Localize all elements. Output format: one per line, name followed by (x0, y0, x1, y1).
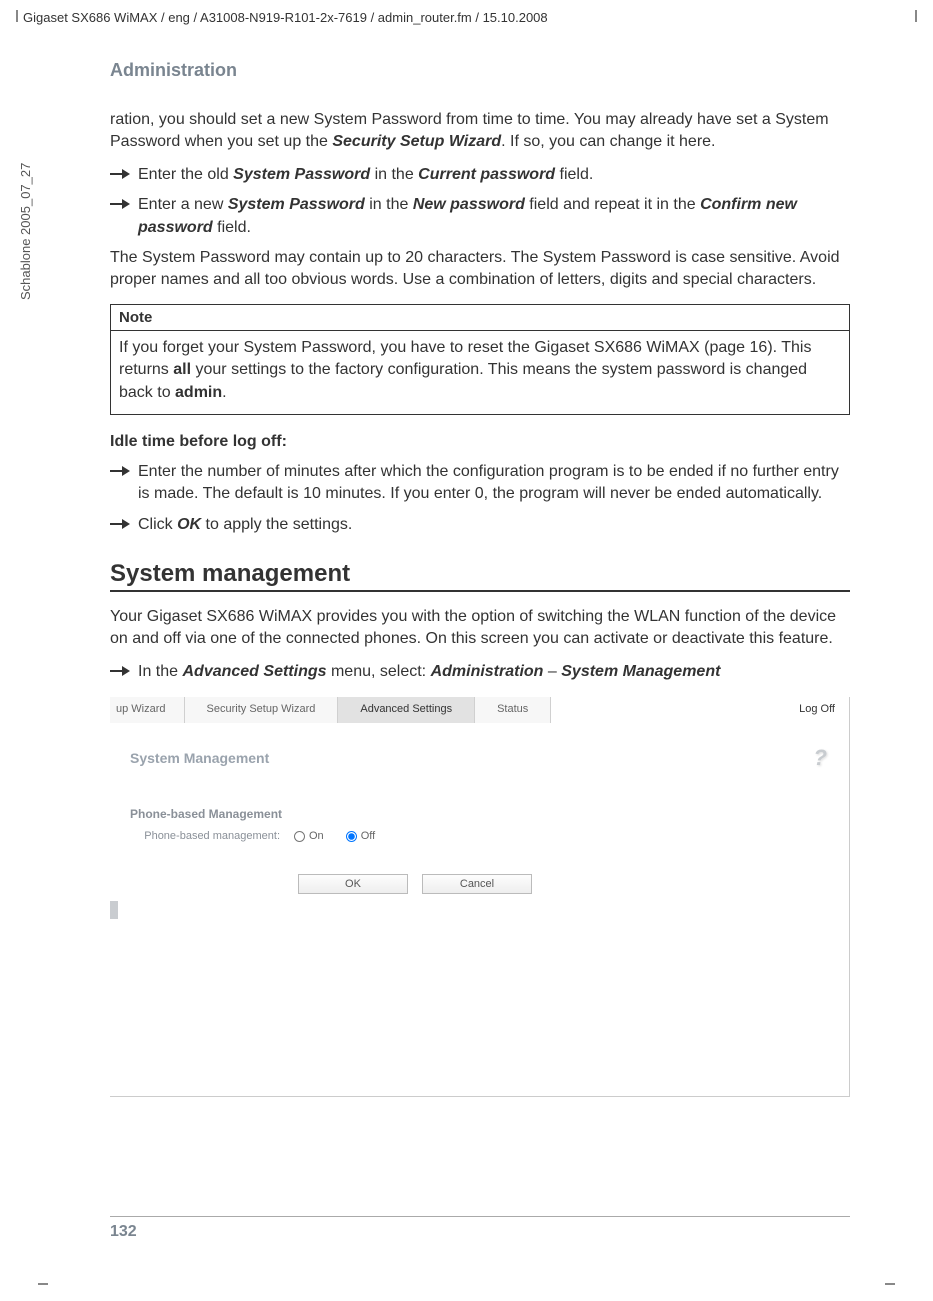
bullet-item: Enter the number of minutes after which … (110, 461, 850, 506)
field-label: Phone-based management: (130, 829, 294, 843)
radio-off-input[interactable] (346, 831, 357, 842)
group-label: Phone-based Management (130, 807, 829, 821)
text: field. (555, 166, 593, 183)
tab-bar: up Wizard Security Setup Wizard Advanced… (110, 697, 849, 723)
radio-group: On Off (294, 830, 375, 842)
tab-security-setup-wizard[interactable]: Security Setup Wizard (185, 697, 339, 723)
subheading: Idle time before log off: (110, 433, 850, 451)
paragraph: Your Gigaset SX686 WiMAX provides you wi… (110, 606, 850, 651)
arrow-right-icon (110, 198, 138, 210)
note-body: If you forget your System Password, you … (111, 331, 849, 414)
bullet-item: Enter a new System Password in the New p… (110, 194, 850, 239)
text: In the (138, 663, 182, 680)
template-name-vertical: Schablone 2005_07_27 (18, 163, 33, 300)
horizontal-rule (110, 590, 850, 592)
text: field and repeat it in the (525, 196, 700, 213)
paragraph: The System Password may contain up to 20… (110, 247, 850, 292)
text: in the (365, 196, 413, 213)
bold-term: admin (175, 384, 222, 401)
text: in the (370, 166, 418, 183)
cancel-button[interactable]: Cancel (422, 874, 532, 894)
bold-term: Security Setup Wizard (332, 133, 501, 150)
panel-title: System Management (130, 750, 269, 766)
button-row: OK Cancel (298, 874, 829, 894)
radio-on[interactable]: On (294, 830, 324, 842)
intro-paragraph: ration, you should set a new System Pass… (110, 109, 850, 154)
screenshot-body: System Management ? Phone-based Manageme… (110, 723, 849, 911)
radio-off[interactable]: Off (346, 830, 375, 842)
bold-term: Advanced Settings (182, 663, 326, 680)
text: Enter a new (138, 196, 228, 213)
bold-term: System Password (228, 196, 365, 213)
field-row: Phone-based management: On Off (130, 829, 829, 843)
help-icon[interactable]: ? (814, 745, 827, 771)
bullet-text: Enter the old System Password in the Cur… (138, 164, 850, 186)
bullet-text: Click OK to apply the settings. (138, 514, 850, 536)
bold-term: Current password (418, 166, 555, 183)
bullet-item: Click OK to apply the settings. (110, 514, 850, 536)
arrow-right-icon (110, 465, 138, 477)
text: Click (138, 516, 177, 533)
tab-status[interactable]: Status (475, 697, 551, 723)
text: . (222, 384, 226, 401)
page-number: 132 (110, 1216, 850, 1241)
crop-mark (38, 1283, 48, 1285)
text: . If so, you can change it here. (501, 133, 715, 150)
ok-button[interactable]: OK (298, 874, 408, 894)
arrow-right-icon (110, 518, 138, 530)
radio-off-label: Off (361, 830, 375, 842)
bullet-item: Enter the old System Password in the Cur… (110, 164, 850, 186)
page-content: Administration ration, you should set a … (110, 60, 850, 1097)
crop-mark (16, 10, 18, 22)
arrow-right-icon (110, 665, 138, 677)
bullet-item: In the Advanced Settings menu, select: A… (110, 661, 850, 683)
text: Enter the old (138, 166, 233, 183)
bold-term: System Management (561, 663, 720, 680)
note-box: Note If you forget your System Password,… (110, 304, 850, 415)
bold-term: System Password (233, 166, 370, 183)
tab-setup-wizard-partial[interactable]: up Wizard (110, 697, 185, 723)
crop-mark (885, 1283, 895, 1285)
bullet-text: Enter the number of minutes after which … (138, 461, 850, 506)
embedded-screenshot: up Wizard Security Setup Wizard Advanced… (110, 697, 850, 1097)
bullet-text: In the Advanced Settings menu, select: A… (138, 661, 850, 683)
crop-mark (915, 10, 917, 22)
text: menu, select: (327, 663, 431, 680)
section-heading: Administration (110, 60, 850, 81)
bold-term: New password (413, 196, 525, 213)
text: – (543, 663, 561, 680)
bold-term: all (173, 361, 191, 378)
radio-on-label: On (309, 830, 324, 842)
scrollbar-fragment (110, 901, 118, 919)
logoff-link[interactable]: Log Off (799, 703, 835, 715)
bullet-text: Enter a new System Password in the New p… (138, 194, 850, 239)
document-header-path: Gigaset SX686 WiMAX / eng / A31008-N919-… (23, 10, 548, 25)
h2-heading: System management (110, 560, 850, 588)
text: field. (213, 219, 251, 236)
radio-on-input[interactable] (294, 831, 305, 842)
note-header: Note (111, 305, 849, 331)
bold-term: OK (177, 516, 201, 533)
tab-advanced-settings[interactable]: Advanced Settings (338, 697, 475, 723)
arrow-right-icon (110, 168, 138, 180)
bold-term: Administration (431, 663, 544, 680)
text: to apply the settings. (201, 516, 352, 533)
